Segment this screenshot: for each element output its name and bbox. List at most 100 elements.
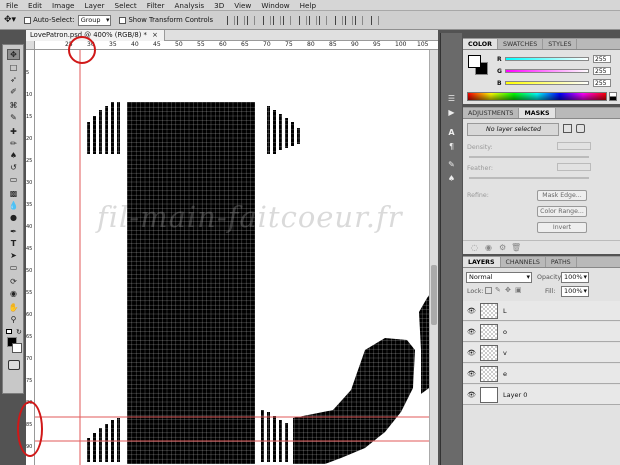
clone-source-panel-icon[interactable]: ♠: [445, 173, 458, 184]
distribute-right-icon[interactable]: [355, 15, 364, 25]
swap-colors-icon[interactable]: ↻: [16, 328, 22, 336]
hand-tool-icon[interactable]: ✋: [7, 302, 20, 313]
menu-3d[interactable]: 3D: [214, 1, 224, 10]
menu-layer[interactable]: Layer: [84, 1, 104, 10]
menu-filter[interactable]: Filter: [147, 1, 165, 10]
actions-panel-icon[interactable]: ▶: [445, 107, 458, 118]
gradient-tool-icon[interactable]: ▩: [7, 188, 20, 199]
tab-masks[interactable]: MASKS: [519, 108, 556, 118]
history-panel-icon[interactable]: ☰: [445, 93, 458, 104]
distribute-vcenter-icon[interactable]: [309, 15, 318, 25]
tab-paths[interactable]: PATHS: [546, 257, 577, 267]
menu-select[interactable]: Select: [115, 1, 137, 10]
mask-edge-button[interactable]: Mask Edge...: [537, 190, 587, 201]
color-range-button[interactable]: Color Range...: [537, 206, 587, 217]
lock-image-icon[interactable]: ✎: [495, 286, 501, 294]
layer-row[interactable]: 👁 o: [463, 322, 620, 342]
move-tool-preset-icon[interactable]: ✥▾: [4, 15, 16, 25]
lock-all-icon[interactable]: ▣: [515, 286, 522, 294]
distribute-hcenter-icon[interactable]: [345, 15, 354, 25]
color-spectrum-ramp[interactable]: [467, 92, 607, 101]
panel-color-foreground-swatch[interactable]: [468, 55, 481, 68]
layer-row[interactable]: 👁 L: [463, 301, 620, 321]
paragraph-panel-icon[interactable]: ¶: [445, 141, 458, 152]
red-slider[interactable]: [505, 57, 589, 61]
distribute-top-icon[interactable]: [299, 15, 308, 25]
lock-position-icon[interactable]: ✥: [505, 286, 511, 294]
canvas[interactable]: fil-main-faitcoeur.fr: [35, 50, 438, 465]
tab-adjustments[interactable]: ADJUSTMENTS: [463, 108, 520, 118]
tab-channels[interactable]: CHANNELS: [501, 257, 546, 267]
ruler-origin[interactable]: [26, 41, 35, 50]
red-value-field[interactable]: 255: [593, 55, 611, 63]
align-left-icon[interactable]: [263, 15, 272, 25]
visibility-eye-icon[interactable]: 👁: [467, 328, 476, 336]
quick-mask-icon[interactable]: [8, 360, 20, 370]
fill-field[interactable]: 100%: [561, 286, 589, 297]
pen-tool-icon[interactable]: ✒: [7, 226, 20, 237]
document-tab[interactable]: LovePatron.psd @ 400% (RGB/8) * ×: [26, 30, 165, 41]
clone-stamp-tool-icon[interactable]: ♠: [7, 150, 20, 161]
character-panel-icon[interactable]: A: [445, 127, 458, 138]
3d-rotate-tool-icon[interactable]: ⟳: [7, 276, 20, 287]
apply-mask-icon[interactable]: ◉: [485, 243, 492, 252]
move-tool-icon[interactable]: ✥: [7, 49, 20, 60]
align-vcenter-icon[interactable]: [237, 15, 246, 25]
visibility-eye-icon[interactable]: 👁: [467, 349, 476, 357]
invert-button[interactable]: Invert: [537, 222, 587, 233]
load-selection-icon[interactable]: ◌: [471, 243, 478, 252]
show-transform-checkbox[interactable]: [119, 16, 127, 24]
align-right-icon[interactable]: [283, 15, 292, 25]
distribute-left-icon[interactable]: [335, 15, 344, 25]
visibility-eye-icon[interactable]: 👁: [467, 391, 476, 399]
green-slider[interactable]: [505, 69, 589, 73]
brushes-panel-icon[interactable]: ✎: [445, 159, 458, 170]
layer-row[interactable]: 👁 v: [463, 343, 620, 363]
menu-image[interactable]: Image: [52, 1, 75, 10]
lasso-tool-icon[interactable]: ➶: [7, 74, 20, 85]
brush-tool-icon[interactable]: ✏: [7, 138, 20, 149]
quick-select-tool-icon[interactable]: ✐: [7, 86, 20, 97]
disable-mask-icon[interactable]: ⚙: [499, 243, 506, 252]
tab-layers[interactable]: LAYERS: [463, 257, 501, 267]
blend-mode-dropdown[interactable]: Normal: [466, 272, 532, 283]
eraser-tool-icon[interactable]: ▭: [7, 174, 20, 185]
tab-styles[interactable]: STYLES: [543, 39, 578, 49]
healing-tool-icon[interactable]: ✚: [7, 126, 20, 137]
lock-transparent-icon[interactable]: [485, 287, 492, 294]
visibility-eye-icon[interactable]: 👁: [467, 307, 476, 315]
menu-analysis[interactable]: Analysis: [175, 1, 205, 10]
scrollbar-thumb[interactable]: [431, 265, 437, 325]
eyedropper-tool-icon[interactable]: ✎: [7, 112, 20, 123]
ramp-black-white-chip[interactable]: [609, 92, 617, 101]
auto-select-dropdown[interactable]: Group: [77, 14, 112, 26]
path-select-tool-icon[interactable]: ➤: [7, 250, 20, 261]
marquee-tool-icon[interactable]: □: [7, 62, 20, 73]
tab-swatches[interactable]: SWATCHES: [498, 39, 544, 49]
align-hcenter-icon[interactable]: [273, 15, 282, 25]
default-colors-icon[interactable]: [6, 329, 12, 334]
menu-view[interactable]: View: [234, 1, 251, 10]
vertical-scrollbar[interactable]: [429, 50, 438, 465]
close-tab-icon[interactable]: ×: [152, 31, 158, 39]
tab-color[interactable]: COLOR: [463, 39, 498, 49]
delete-mask-icon[interactable]: 🗑: [511, 243, 521, 252]
distribute-bottom-icon[interactable]: [319, 15, 328, 25]
menu-edit[interactable]: Edit: [28, 1, 42, 10]
blue-slider[interactable]: [505, 81, 589, 85]
menu-help[interactable]: Help: [300, 1, 316, 10]
auto-select-checkbox[interactable]: [24, 16, 32, 24]
layer-row[interactable]: 👁 e: [463, 364, 620, 384]
pixel-mask-icon[interactable]: [563, 124, 572, 133]
blur-tool-icon[interactable]: 💧: [7, 200, 20, 211]
history-brush-tool-icon[interactable]: ↺: [7, 162, 20, 173]
shape-tool-icon[interactable]: ▭: [7, 262, 20, 273]
background-color-swatch[interactable]: [12, 343, 22, 353]
auto-align-icon[interactable]: [371, 15, 380, 25]
align-top-icon[interactable]: [227, 15, 236, 25]
menu-window[interactable]: Window: [261, 1, 289, 10]
3d-orbit-tool-icon[interactable]: ◉: [7, 288, 20, 299]
vector-mask-icon[interactable]: [576, 124, 585, 133]
dodge-tool-icon[interactable]: ●: [7, 212, 20, 223]
visibility-eye-icon[interactable]: 👁: [467, 370, 476, 378]
